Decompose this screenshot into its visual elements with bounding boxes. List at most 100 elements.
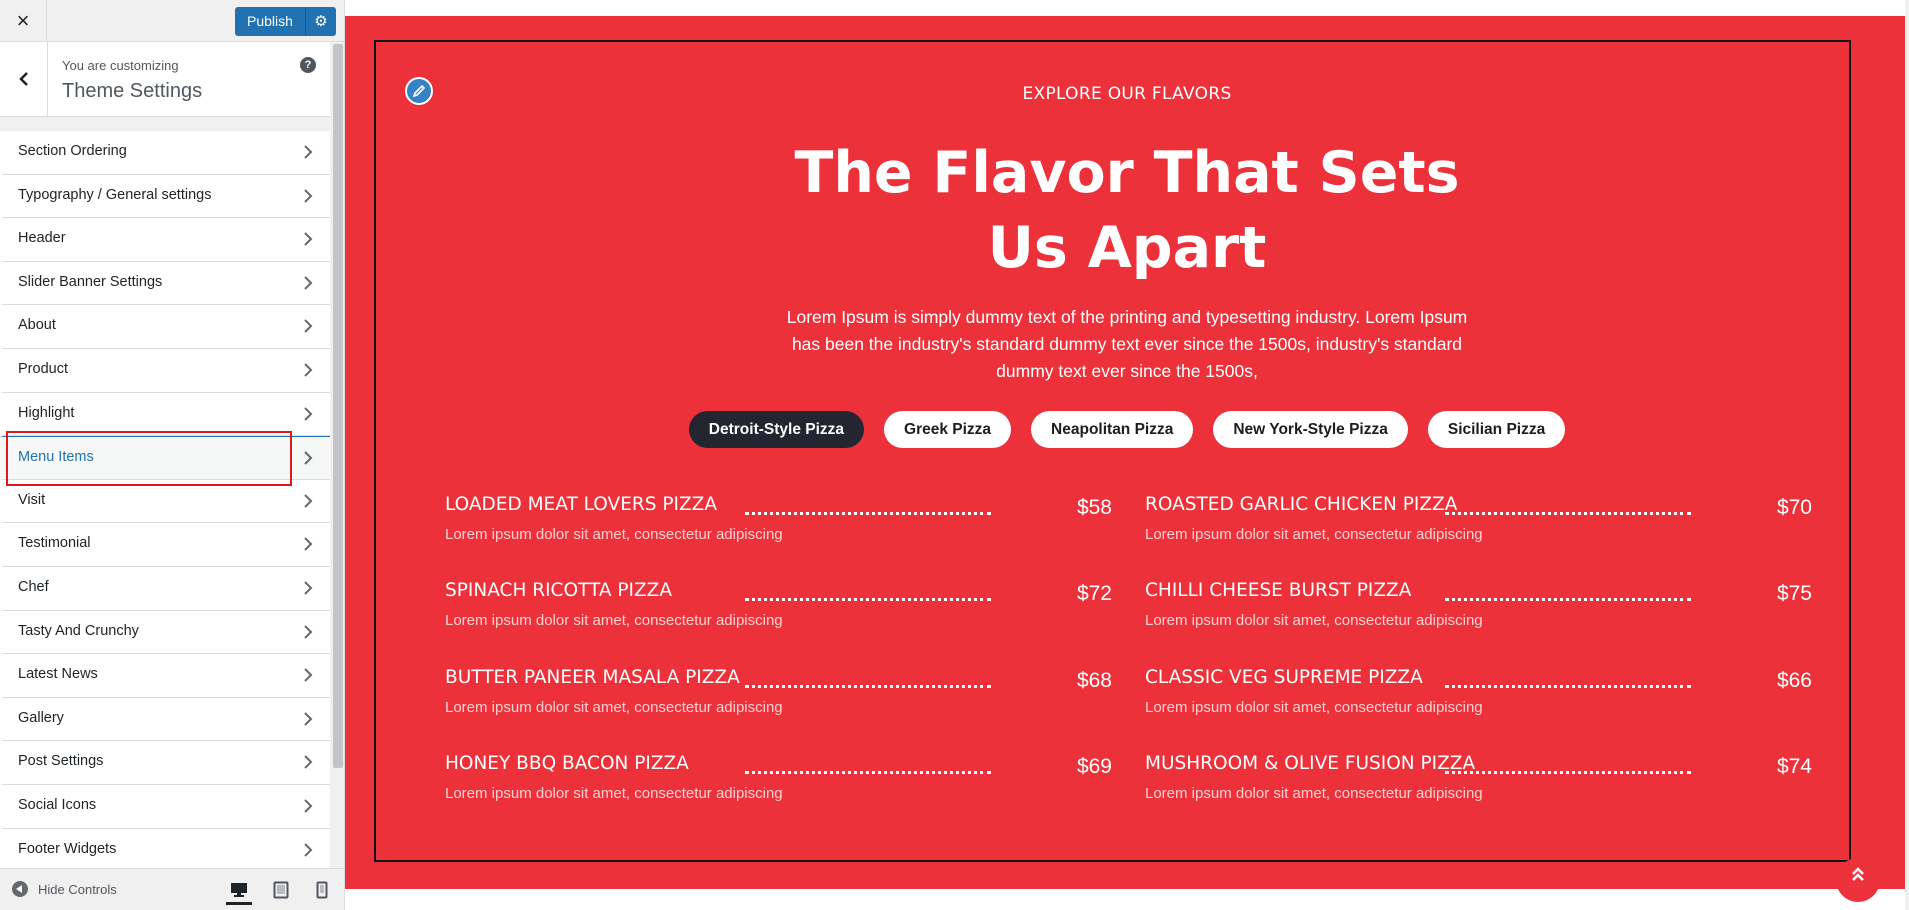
panel-item-label: Social Icons <box>18 796 97 813</box>
panel-item-label: Product <box>18 360 68 377</box>
menu-item-price: $58 <box>1076 496 1112 519</box>
mobile-icon <box>316 881 328 899</box>
mobile-preview-button[interactable] <box>309 878 335 902</box>
close-customizer-button[interactable]: × <box>0 0 47 41</box>
preview-scrollbar[interactable] <box>1905 0 1909 910</box>
menu-item-price: $69 <box>1076 755 1112 778</box>
menu-item-name: HONEY BBQ BACON PIZZA <box>445 753 689 774</box>
site-preview: EXPLORE OUR FLAVORS The Flavor That Sets… <box>345 0 1909 910</box>
panel-item-label: Testimonial <box>18 535 91 552</box>
sidebar-scrollbar-thumb[interactable] <box>333 44 343 768</box>
menu-item: ROASTED GARLIC CHICKEN PIZZA $70 Lorem ips… <box>1145 494 1812 554</box>
chevron-right-icon <box>304 188 313 203</box>
chevron-right-icon <box>304 451 313 465</box>
menu-item-price: $72 <box>1076 582 1112 605</box>
panel-item-header[interactable]: Header <box>0 218 330 262</box>
panel-item-label: Highlight <box>18 404 75 421</box>
chevron-right-icon <box>304 624 313 639</box>
menu-item-leader <box>1445 685 1691 688</box>
panel-item-footer-widgets[interactable]: Footer Widgets <box>0 828 330 873</box>
heading-line-2: Us Apart <box>987 215 1267 281</box>
menu-item-name: SPINACH RICOTTA PIZZA <box>445 580 673 601</box>
menu-item-leader <box>745 598 991 601</box>
panel-item-product[interactable]: Product <box>0 348 330 393</box>
chevron-right-icon <box>304 276 313 290</box>
heading-line-1: The Flavor That Sets <box>794 140 1460 206</box>
tab-sicilian-pizza[interactable]: Sicilian Pizza <box>1427 411 1566 448</box>
section-heading: The Flavor That Sets Us Apart <box>345 136 1909 286</box>
panel-item-chef[interactable]: Chef <box>0 566 330 611</box>
panel-item-typography-general-settings[interactable]: Typography / General settings <box>0 174 330 219</box>
menu-item: HONEY BBQ BACON PIZZA $69 Lorem ipsum dolo… <box>445 753 1112 813</box>
panel-item-social-icons[interactable]: Social Icons <box>0 784 330 829</box>
menu-item-leader <box>745 771 991 774</box>
menu-item-name: LOADED MEAT LOVERS PIZZA <box>445 494 717 515</box>
menu-item-description: Lorem ipsum dolor sit amet, consectetur … <box>445 785 783 802</box>
menu-item-description: Lorem ipsum dolor sit amet, consectetur … <box>445 612 783 629</box>
menu-item: LOADED MEAT LOVERS PIZZA $58 Lorem ipsum d… <box>445 494 1112 554</box>
chevron-right-icon <box>304 842 313 857</box>
close-icon: × <box>16 7 30 33</box>
tab-neapolitan-pizza[interactable]: Neapolitan Pizza <box>1031 411 1194 448</box>
help-icon[interactable]: ? <box>300 57 316 73</box>
customizer-header: × Publish ⚙ <box>0 0 344 42</box>
menu-item: CHILLI CHEESE BURST PIZZA $75 Lorem ipsum … <box>1145 580 1812 640</box>
section-intro: Lorem Ipsum is simply dummy text of the … <box>786 307 1468 381</box>
menu-item: MUSHROOM & OLIVE FUSION PIZZA $74 Lorem ip… <box>1145 753 1812 813</box>
hide-controls-button[interactable]: Hide Controls <box>12 881 117 897</box>
chevron-right-icon <box>304 232 313 246</box>
hide-controls-label: Hide Controls <box>38 881 117 897</box>
tab-greek-pizza[interactable]: Greek Pizza <box>884 411 1012 448</box>
chevron-right-icon <box>304 145 313 159</box>
panel-item-post-settings[interactable]: Post Settings <box>0 741 330 785</box>
menu-item-name: ROASTED GARLIC CHICKEN PIZZA <box>1145 494 1458 515</box>
chevron-left-icon <box>18 72 28 86</box>
menu-item-name: CHILLI CHEESE BURST PIZZA <box>1145 580 1412 601</box>
chevron-right-icon <box>304 668 313 682</box>
menu-item-price: $75 <box>1776 582 1812 605</box>
menu-item-leader <box>745 685 991 688</box>
panel-item-section-ordering[interactable]: Section Ordering <box>0 131 330 175</box>
panel-item-label: Gallery <box>18 709 64 726</box>
tab-detroit-style-pizza[interactable]: Detroit-Style Pizza <box>688 411 865 448</box>
scroll-to-top-button[interactable] <box>1836 858 1880 902</box>
panel-item-highlight[interactable]: Highlight <box>0 392 330 437</box>
menu-item-leader <box>1445 598 1691 601</box>
chevron-right-icon <box>304 799 313 813</box>
customizer-footer: Hide Controls <box>0 868 344 910</box>
panel-item-label: Visit <box>18 491 46 508</box>
chevron-right-icon <box>304 581 313 595</box>
menu-item-description: Lorem ipsum dolor sit amet, consectetur … <box>445 526 783 543</box>
panel-item-slider-banner-settings[interactable]: Slider Banner Settings <box>0 261 330 306</box>
panel-item-about[interactable]: About <box>0 305 330 349</box>
publish-button[interactable]: Publish <box>235 7 306 36</box>
desktop-icon <box>231 883 247 897</box>
menu-item-leader <box>1445 771 1691 774</box>
panel-item-label: Typography / General settings <box>18 186 212 203</box>
panel-item-latest-news[interactable]: Latest News <box>0 654 330 698</box>
menu-item-description: Lorem ipsum dolor sit amet, consectetur … <box>1145 785 1483 802</box>
panel-item-tasty-and-crunchy[interactable]: Tasty And Crunchy <box>0 610 330 655</box>
chevron-right-icon <box>304 494 313 508</box>
publish-settings-button[interactable]: ⚙ <box>305 7 336 36</box>
panel-item-label: Section Ordering <box>18 143 127 159</box>
panel-item-label: Header <box>18 230 66 247</box>
panel-item-visit[interactable]: Visit <box>0 479 330 524</box>
back-button[interactable] <box>0 42 48 116</box>
panel-title: Theme Settings <box>62 80 203 102</box>
panel-item-testimonial[interactable]: Testimonial <box>0 523 330 567</box>
desktop-preview-button[interactable] <box>226 878 252 905</box>
chevron-right-icon <box>304 537 313 552</box>
panel-item-label: Post Settings <box>18 753 104 770</box>
menu-item-leader <box>745 512 991 515</box>
gear-icon: ⚙ <box>314 13 328 30</box>
collapse-icon <box>12 881 28 897</box>
menu-item-price: $74 <box>1776 755 1812 778</box>
panel-item-menu-items[interactable]: Menu Items <box>0 436 330 480</box>
chevron-right-icon <box>304 406 313 421</box>
panel-item-label: About <box>18 317 56 334</box>
tablet-preview-button[interactable] <box>268 878 294 902</box>
panel-item-gallery[interactable]: Gallery <box>0 697 330 742</box>
chevron-right-icon <box>304 712 313 726</box>
tab-new-york-style-pizza[interactable]: New York-Style Pizza <box>1213 411 1408 448</box>
